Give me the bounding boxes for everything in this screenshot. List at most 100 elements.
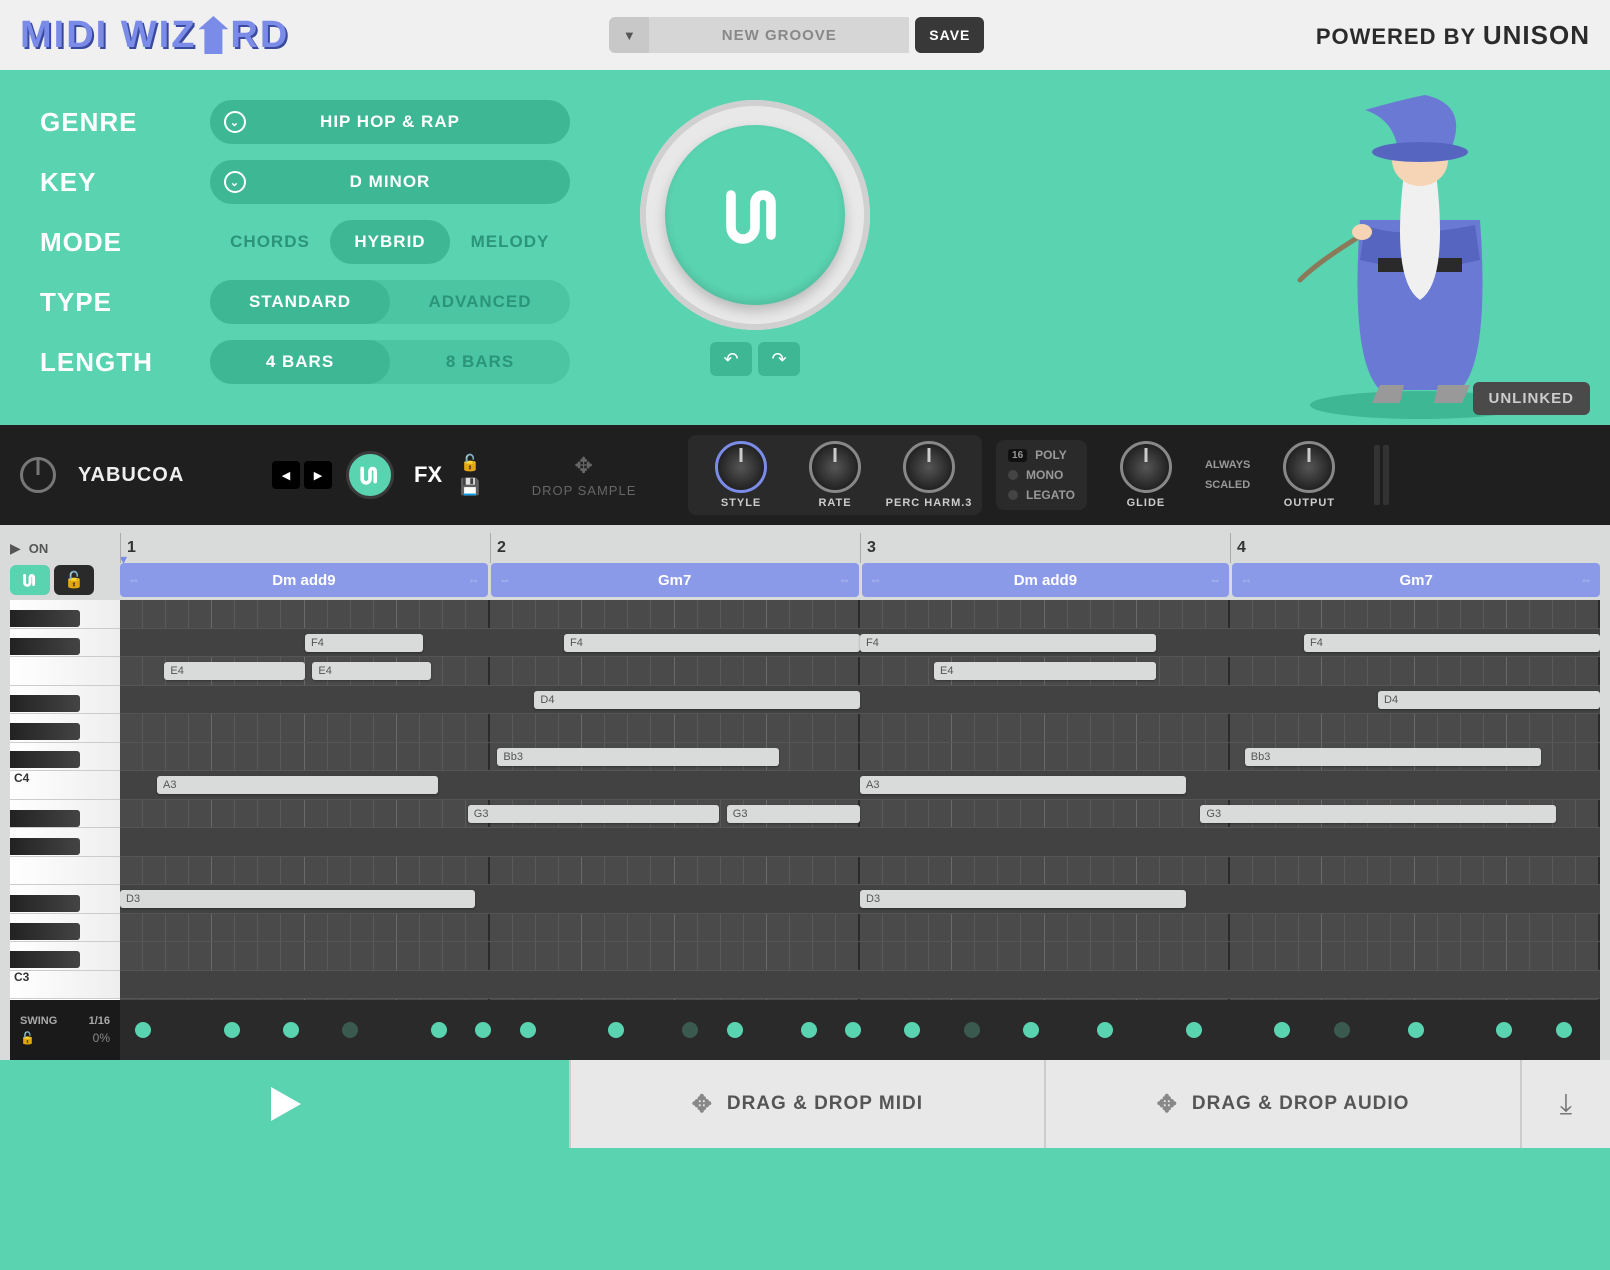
velocity-dot[interactable] xyxy=(135,1022,151,1038)
type-standard-button[interactable]: STANDARD xyxy=(210,280,390,324)
genre-dropdown[interactable]: ⌄ HIP HOP & RAP xyxy=(210,100,570,144)
undo-button[interactable]: ↶ xyxy=(710,342,752,376)
velocity-dot[interactable] xyxy=(1186,1022,1202,1038)
voice-mode-selector[interactable]: 16POLY MONO LEGATO xyxy=(996,440,1087,510)
mode-chords-button[interactable]: CHORDS xyxy=(210,220,330,264)
unison-logo-icon xyxy=(715,175,795,255)
unlinked-badge[interactable]: UNLINKED xyxy=(1473,382,1591,415)
midi-note[interactable]: E4 xyxy=(164,662,305,680)
play-button[interactable] xyxy=(0,1060,569,1148)
chord-unison-button[interactable] xyxy=(10,565,50,595)
timeline-ruler[interactable]: ▶ ON ▾ 1234 xyxy=(10,533,1600,563)
velocity-dot[interactable] xyxy=(1097,1022,1113,1038)
midi-note[interactable]: E4 xyxy=(934,662,1156,680)
chord-lock-button[interactable]: 🔓 xyxy=(54,565,94,595)
swing-lock-icon[interactable]: 🔓 xyxy=(20,1031,35,1045)
chord-block[interactable]: ⇔Dm add9⇔ xyxy=(862,563,1230,597)
midi-note[interactable]: G3 xyxy=(1200,805,1555,823)
midi-note[interactable]: G3 xyxy=(727,805,860,823)
velocity-dot[interactable] xyxy=(1023,1022,1039,1038)
midi-note[interactable]: F4 xyxy=(1304,634,1600,652)
rate-knob[interactable] xyxy=(809,441,861,493)
midi-note[interactable]: D3 xyxy=(860,890,1186,908)
key-dropdown[interactable]: ⌄ D MINOR xyxy=(210,160,570,204)
glide-label: GLIDE xyxy=(1127,497,1166,509)
unison-preset-button[interactable] xyxy=(346,451,394,499)
midi-note[interactable]: F4 xyxy=(860,634,1156,652)
midi-note[interactable]: F4 xyxy=(305,634,423,652)
preset-name[interactable]: YABUCOA xyxy=(78,464,258,487)
swing-division[interactable]: 1/16 xyxy=(89,1015,110,1027)
unlock-icon[interactable]: 🔓 xyxy=(460,453,480,473)
midi-note[interactable]: A3 xyxy=(157,776,438,794)
swing-percent[interactable]: 0% xyxy=(93,1031,110,1045)
note-grid[interactable]: F4E4E4A3D3F4D4Bb3G3G3F4E4A3D3F4D4Bb3G3 xyxy=(120,600,1600,1000)
velocity-dot[interactable] xyxy=(283,1022,299,1038)
drop-sample-area[interactable]: ✥ DROP SAMPLE xyxy=(494,453,674,498)
piano-roll: ▶ ON ▾ 1234 🔓 ⇔Dm add9⇔⇔Gm7⇔⇔Dm add9⇔⇔Gm… xyxy=(0,525,1610,1060)
power-button[interactable] xyxy=(20,457,56,493)
midi-note[interactable]: E4 xyxy=(312,662,430,680)
velocity-dot[interactable] xyxy=(431,1022,447,1038)
chord-block[interactable]: ⇔Gm7⇔ xyxy=(491,563,859,597)
velocity-dot[interactable] xyxy=(520,1022,536,1038)
redo-button[interactable]: ↷ xyxy=(758,342,800,376)
logo: MIDI WIZ RD xyxy=(20,14,289,57)
velocity-dot[interactable] xyxy=(1556,1022,1572,1038)
velocity-lane[interactable] xyxy=(120,1000,1600,1060)
bar-number: 3 xyxy=(860,533,1230,563)
mode-hybrid-button[interactable]: HYBRID xyxy=(330,220,450,264)
drag-drop-audio-button[interactable]: ✥ DRAG & DROP AUDIO xyxy=(1044,1060,1520,1148)
midi-note[interactable]: F4 xyxy=(564,634,860,652)
midi-note[interactable]: Bb3 xyxy=(497,748,778,766)
drag-drop-midi-button[interactable]: ✥ DRAG & DROP MIDI xyxy=(569,1060,1045,1148)
download-button[interactable]: ⤓ xyxy=(1520,1060,1610,1148)
velocity-dot[interactable] xyxy=(1496,1022,1512,1038)
groove-dropdown-button[interactable]: ▼ xyxy=(609,17,649,53)
midi-note[interactable]: G3 xyxy=(468,805,720,823)
output-knob[interactable] xyxy=(1283,441,1335,493)
velocity-dot[interactable] xyxy=(608,1022,624,1038)
prev-preset-button[interactable]: ◀ xyxy=(272,461,300,489)
velocity-dot[interactable] xyxy=(342,1022,358,1038)
length-8bars-button[interactable]: 8 BARS xyxy=(390,340,570,384)
chord-block[interactable]: ⇔Dm add9⇔ xyxy=(120,563,488,597)
save-button[interactable]: SAVE xyxy=(915,17,984,53)
velocity-dot[interactable] xyxy=(1274,1022,1290,1038)
velocity-dot[interactable] xyxy=(904,1022,920,1038)
velocity-dot[interactable] xyxy=(801,1022,817,1038)
mode-melody-button[interactable]: MELODY xyxy=(450,220,570,264)
wizard-illustration xyxy=(1250,80,1570,420)
save-preset-icon[interactable]: 💾 xyxy=(460,477,480,497)
play-icon[interactable]: ▶ xyxy=(10,540,21,557)
velocity-dot[interactable] xyxy=(845,1022,861,1038)
generate-button[interactable] xyxy=(640,100,870,330)
chord-block[interactable]: ⇔Gm7⇔ xyxy=(1232,563,1600,597)
groove-name-field[interactable]: NEW GROOVE xyxy=(649,17,909,53)
velocity-dot[interactable] xyxy=(1408,1022,1424,1038)
midi-note[interactable]: Bb3 xyxy=(1245,748,1541,766)
midi-note[interactable]: D3 xyxy=(120,890,475,908)
glide-mode-selector[interactable]: ALWAYS SCALED xyxy=(1205,459,1250,491)
chevron-down-icon: ⌄ xyxy=(224,171,246,193)
fx-button[interactable]: FX xyxy=(414,462,442,488)
length-4bars-button[interactable]: 4 BARS xyxy=(210,340,390,384)
velocity-dot[interactable] xyxy=(224,1022,240,1038)
glide-knob[interactable] xyxy=(1120,441,1172,493)
velocity-dot[interactable] xyxy=(1334,1022,1350,1038)
velocity-dot[interactable] xyxy=(475,1022,491,1038)
midi-note[interactable]: D4 xyxy=(1378,691,1600,709)
velocity-dot[interactable] xyxy=(964,1022,980,1038)
velocity-dot[interactable] xyxy=(727,1022,743,1038)
piano-keyboard[interactable]: C4C3 xyxy=(10,600,120,1000)
perc-harm-knob[interactable] xyxy=(903,441,955,493)
instrument-strip: YABUCOA ◀ ▶ FX 🔓 💾 ✥ DROP SAMPLE STYLE R… xyxy=(0,425,1610,525)
next-preset-button[interactable]: ▶ xyxy=(304,461,332,489)
velocity-dot[interactable] xyxy=(682,1022,698,1038)
move-icon: ✥ xyxy=(494,453,674,479)
midi-note[interactable]: D4 xyxy=(534,691,860,709)
midi-note[interactable]: A3 xyxy=(860,776,1186,794)
style-knob[interactable] xyxy=(715,441,767,493)
move-icon: ✥ xyxy=(692,1090,713,1119)
type-advanced-button[interactable]: ADVANCED xyxy=(390,280,570,324)
